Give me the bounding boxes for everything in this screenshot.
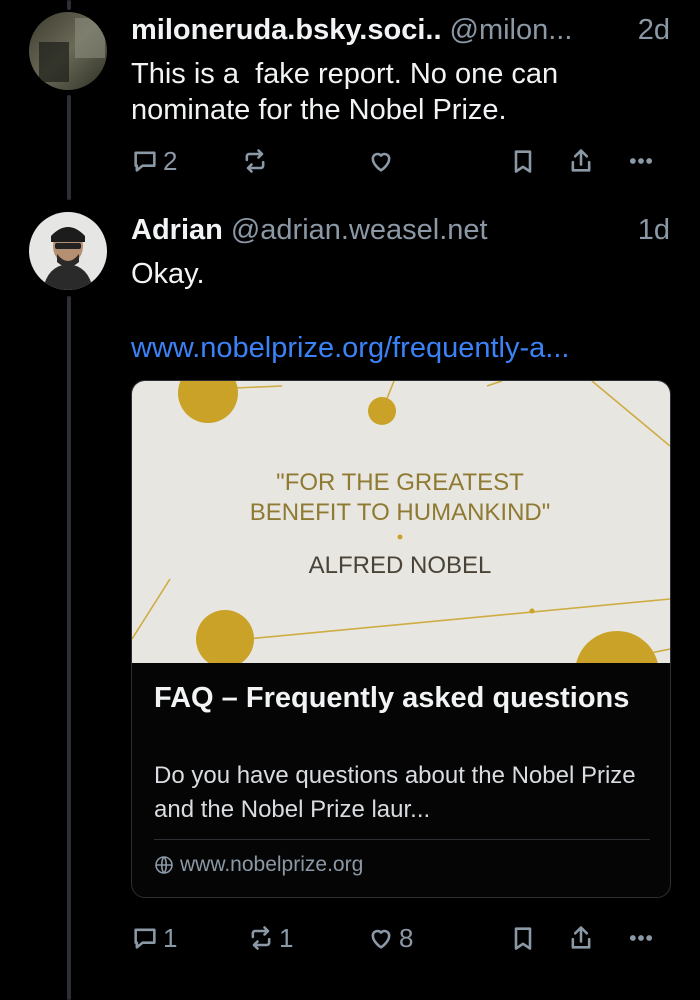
post-actions: 2 xyxy=(131,141,671,181)
card-image-author: ALFRED NOBEL xyxy=(309,552,492,579)
reply-button[interactable]: 2 xyxy=(131,141,177,181)
card-domain: www.nobelprize.org xyxy=(180,853,364,876)
globe-icon xyxy=(155,856,173,874)
post-time[interactable]: 2d xyxy=(638,14,670,47)
repost-arrows-icon xyxy=(245,149,265,173)
avatar[interactable] xyxy=(29,12,107,90)
more-button[interactable] xyxy=(627,918,655,958)
thread-line-1 xyxy=(67,95,71,200)
card-description: Do you have questions about the Nobel Pr… xyxy=(154,762,636,823)
author-handle[interactable]: @adrian.weasel.net xyxy=(231,214,488,247)
bookmark-icon xyxy=(514,927,532,950)
thread-line-top xyxy=(67,0,71,10)
repost-button[interactable]: 1 xyxy=(247,918,293,958)
post-header: miloneruda.bsky.soci.. @milon... 2d xyxy=(131,14,670,47)
avatar[interactable] xyxy=(29,212,107,290)
card-image-quote-line2: BENEFIT TO HUMANKIND" xyxy=(250,499,551,526)
author-name[interactable]: miloneruda.bsky.soci.. xyxy=(131,14,442,47)
share-button[interactable] xyxy=(567,141,595,181)
ellipsis-icon xyxy=(629,935,653,941)
speech-bubble-icon xyxy=(134,151,156,172)
bookmark-button[interactable] xyxy=(509,141,537,181)
post-text: This is a fake report. No one can nomina… xyxy=(131,58,567,126)
post-text: Okay. xyxy=(131,258,205,290)
heart-icon xyxy=(371,152,391,172)
reply-count: 1 xyxy=(163,922,178,953)
like-count: 8 xyxy=(399,922,414,953)
post-header: Adrian @adrian.weasel.net 1d xyxy=(131,214,670,247)
bookmark-button[interactable] xyxy=(509,918,537,958)
card-image: "FOR THE GREATEST BENEFIT TO HUMANKIND" … xyxy=(132,381,670,663)
post-time[interactable]: 1d xyxy=(638,214,670,247)
author-name[interactable]: Adrian xyxy=(131,214,223,247)
card-title: FAQ – Frequently asked questions xyxy=(154,682,630,714)
heart-icon xyxy=(371,929,391,949)
post-link[interactable]: www.nobelprize.org/frequently-a... xyxy=(131,332,569,365)
share-icon xyxy=(571,149,591,172)
ellipsis-icon xyxy=(629,158,653,164)
share-button[interactable] xyxy=(567,918,595,958)
repost-button[interactable] xyxy=(241,141,269,181)
post-actions: 1 1 8 xyxy=(131,918,671,958)
thread-line-2 xyxy=(67,296,71,1000)
more-button[interactable] xyxy=(627,141,655,181)
card-divider xyxy=(154,839,650,840)
repost-count: 1 xyxy=(279,922,294,953)
share-icon xyxy=(571,926,591,949)
bookmark-icon xyxy=(514,150,532,173)
author-handle[interactable]: @milon... xyxy=(450,14,573,47)
card-domain-row: www.nobelprize.org xyxy=(154,853,363,877)
card-image-quote-line1: "FOR THE GREATEST xyxy=(276,469,524,496)
reply-button[interactable]: 1 xyxy=(131,918,177,958)
like-button[interactable] xyxy=(367,141,395,181)
repost-arrows-icon xyxy=(251,926,271,950)
reply-count: 2 xyxy=(163,145,178,176)
speech-bubble-icon xyxy=(134,928,156,949)
like-button[interactable]: 8 xyxy=(367,918,413,958)
link-preview-card[interactable]: "FOR THE GREATEST BENEFIT TO HUMANKIND" … xyxy=(131,380,671,898)
